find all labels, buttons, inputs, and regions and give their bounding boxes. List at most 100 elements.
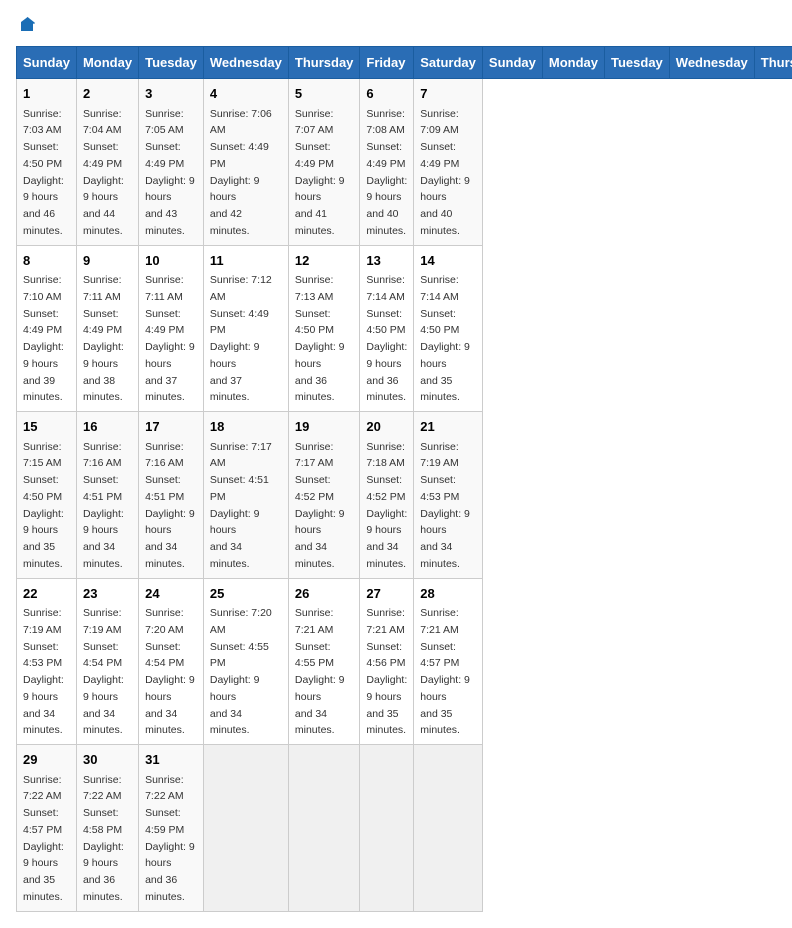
- day-cell: 27 Sunrise: 7:21 AMSunset: 4:56 PMDayligh…: [360, 578, 414, 745]
- day-info: Sunrise: 7:05 AMSunset: 4:49 PMDaylight:…: [145, 108, 195, 237]
- day-number: 19: [295, 417, 354, 437]
- day-cell: 21 Sunrise: 7:19 AMSunset: 4:53 PMDayligh…: [414, 412, 483, 579]
- header-tuesday: Tuesday: [139, 47, 204, 79]
- day-number: 31: [145, 750, 197, 770]
- day-cell: 30 Sunrise: 7:22 AMSunset: 4:58 PMDayligh…: [76, 745, 138, 912]
- logo: [16, 16, 36, 34]
- day-info: Sunrise: 7:22 AMSunset: 4:58 PMDaylight:…: [83, 774, 124, 903]
- day-info: Sunrise: 7:17 AMSunset: 4:51 PMDaylight:…: [210, 441, 272, 570]
- day-cell: 4Sunrise: 7:06 AMSunset: 4:49 PMDaylight…: [203, 79, 288, 246]
- day-info: Sunrise: 7:04 AMSunset: 4:49 PMDaylight:…: [83, 108, 124, 237]
- day-number: 13: [366, 251, 407, 271]
- day-number: 3: [145, 84, 197, 104]
- day-cell: 17 Sunrise: 7:16 AMSunset: 4:51 PMDayligh…: [139, 412, 204, 579]
- day-number: 7: [420, 84, 476, 104]
- day-cell: 26 Sunrise: 7:21 AMSunset: 4:55 PMDayligh…: [288, 578, 360, 745]
- col-header-monday: Monday: [542, 47, 604, 79]
- day-info: Sunrise: 7:06 AMSunset: 4:49 PMDaylight:…: [210, 108, 272, 237]
- day-info: Sunrise: 7:16 AMSunset: 4:51 PMDaylight:…: [145, 441, 195, 570]
- day-cell: 16 Sunrise: 7:16 AMSunset: 4:51 PMDayligh…: [76, 412, 138, 579]
- calendar-table: SundayMondayTuesdayWednesdayThursdayFrid…: [16, 46, 792, 912]
- day-number: 10: [145, 251, 197, 271]
- day-cell: 19 Sunrise: 7:17 AMSunset: 4:52 PMDayligh…: [288, 412, 360, 579]
- day-cell: 24 Sunrise: 7:20 AMSunset: 4:54 PMDayligh…: [139, 578, 204, 745]
- day-cell: 8Sunrise: 7:10 AMSunset: 4:49 PMDaylight…: [17, 245, 77, 412]
- day-info: Sunrise: 7:11 AMSunset: 4:49 PMDaylight:…: [83, 274, 124, 403]
- day-number: 21: [420, 417, 476, 437]
- col-header-wednesday: Wednesday: [669, 47, 754, 79]
- day-number: 18: [210, 417, 282, 437]
- day-cell: [288, 745, 360, 912]
- week-row-2: 8Sunrise: 7:10 AMSunset: 4:49 PMDaylight…: [17, 245, 792, 412]
- col-header-tuesday: Tuesday: [605, 47, 670, 79]
- day-cell: 12Sunrise: 7:13 AMSunset: 4:50 PMDayligh…: [288, 245, 360, 412]
- day-cell: 2 Sunrise: 7:04 AMSunset: 4:49 PMDaylight…: [76, 79, 138, 246]
- day-info: Sunrise: 7:16 AMSunset: 4:51 PMDaylight:…: [83, 441, 124, 570]
- day-info: Sunrise: 7:19 AMSunset: 4:53 PMDaylight:…: [420, 441, 470, 570]
- week-row-5: 29Sunrise: 7:22 AMSunset: 4:57 PMDayligh…: [17, 745, 792, 912]
- day-number: 6: [366, 84, 407, 104]
- day-number: 22: [23, 584, 70, 604]
- day-cell: 6 Sunrise: 7:08 AMSunset: 4:49 PMDaylight…: [360, 79, 414, 246]
- day-number: 16: [83, 417, 132, 437]
- logo-icon: [18, 16, 36, 34]
- day-info: Sunrise: 7:21 AMSunset: 4:57 PMDaylight:…: [420, 607, 470, 736]
- page-header: [16, 16, 776, 34]
- day-cell: 14 Sunrise: 7:14 AMSunset: 4:50 PMDayligh…: [414, 245, 483, 412]
- day-number: 15: [23, 417, 70, 437]
- day-info: Sunrise: 7:19 AMSunset: 4:54 PMDaylight:…: [83, 607, 124, 736]
- day-cell: 3 Sunrise: 7:05 AMSunset: 4:49 PMDaylight…: [139, 79, 204, 246]
- header-wednesday: Wednesday: [203, 47, 288, 79]
- day-number: 26: [295, 584, 354, 604]
- day-number: 8: [23, 251, 70, 271]
- day-cell: [203, 745, 288, 912]
- day-number: 11: [210, 251, 282, 271]
- day-info: Sunrise: 7:14 AMSunset: 4:50 PMDaylight:…: [420, 274, 470, 403]
- col-header-thursday: Thursday: [754, 47, 792, 79]
- day-cell: [414, 745, 483, 912]
- day-cell: 28 Sunrise: 7:21 AMSunset: 4:57 PMDayligh…: [414, 578, 483, 745]
- week-row-1: 1Sunrise: 7:03 AMSunset: 4:50 PMDaylight…: [17, 79, 792, 246]
- day-info: Sunrise: 7:14 AMSunset: 4:50 PMDaylight:…: [366, 274, 407, 403]
- day-info: Sunrise: 7:21 AMSunset: 4:56 PMDaylight:…: [366, 607, 407, 736]
- day-cell: 9 Sunrise: 7:11 AMSunset: 4:49 PMDaylight…: [76, 245, 138, 412]
- day-number: 2: [83, 84, 132, 104]
- day-info: Sunrise: 7:03 AMSunset: 4:50 PMDaylight:…: [23, 108, 64, 237]
- day-info: Sunrise: 7:21 AMSunset: 4:55 PMDaylight:…: [295, 607, 345, 736]
- day-cell: 10 Sunrise: 7:11 AMSunset: 4:49 PMDayligh…: [139, 245, 204, 412]
- day-info: Sunrise: 7:11 AMSunset: 4:49 PMDaylight:…: [145, 274, 195, 403]
- day-number: 17: [145, 417, 197, 437]
- day-number: 28: [420, 584, 476, 604]
- day-number: 12: [295, 251, 354, 271]
- day-number: 27: [366, 584, 407, 604]
- day-info: Sunrise: 7:19 AMSunset: 4:53 PMDaylight:…: [23, 607, 64, 736]
- day-cell: 11 Sunrise: 7:12 AMSunset: 4:49 PMDayligh…: [203, 245, 288, 412]
- day-info: Sunrise: 7:08 AMSunset: 4:49 PMDaylight:…: [366, 108, 407, 237]
- day-cell: 15 Sunrise: 7:15 AMSunset: 4:50 PMDayligh…: [17, 412, 77, 579]
- day-number: 24: [145, 584, 197, 604]
- week-row-3: 15 Sunrise: 7:15 AMSunset: 4:50 PMDayligh…: [17, 412, 792, 579]
- day-cell: [360, 745, 414, 912]
- header-sunday: Sunday: [17, 47, 77, 79]
- day-number: 20: [366, 417, 407, 437]
- col-header-sunday: Sunday: [482, 47, 542, 79]
- header-friday: Friday: [360, 47, 414, 79]
- day-number: 14: [420, 251, 476, 271]
- day-number: 9: [83, 251, 132, 271]
- day-cell: 31 Sunrise: 7:22 AMSunset: 4:59 PMDayligh…: [139, 745, 204, 912]
- day-cell: 18 Sunrise: 7:17 AMSunset: 4:51 PMDayligh…: [203, 412, 288, 579]
- day-number: 23: [83, 584, 132, 604]
- week-row-4: 22 Sunrise: 7:19 AMSunset: 4:53 PMDayligh…: [17, 578, 792, 745]
- day-cell: 22 Sunrise: 7:19 AMSunset: 4:53 PMDayligh…: [17, 578, 77, 745]
- day-cell: 5Sunrise: 7:07 AMSunset: 4:49 PMDaylight…: [288, 79, 360, 246]
- day-info: Sunrise: 7:15 AMSunset: 4:50 PMDaylight:…: [23, 441, 64, 570]
- calendar-header-row: SundayMondayTuesdayWednesdayThursdayFrid…: [17, 47, 792, 79]
- day-cell: 29Sunrise: 7:22 AMSunset: 4:57 PMDayligh…: [17, 745, 77, 912]
- day-info: Sunrise: 7:12 AMSunset: 4:49 PMDaylight:…: [210, 274, 272, 403]
- day-info: Sunrise: 7:20 AMSunset: 4:54 PMDaylight:…: [145, 607, 195, 736]
- day-cell: 25Sunrise: 7:20 AMSunset: 4:55 PMDayligh…: [203, 578, 288, 745]
- day-info: Sunrise: 7:17 AMSunset: 4:52 PMDaylight:…: [295, 441, 345, 570]
- day-cell: 23 Sunrise: 7:19 AMSunset: 4:54 PMDayligh…: [76, 578, 138, 745]
- day-info: Sunrise: 7:22 AMSunset: 4:59 PMDaylight:…: [145, 774, 195, 903]
- day-number: 30: [83, 750, 132, 770]
